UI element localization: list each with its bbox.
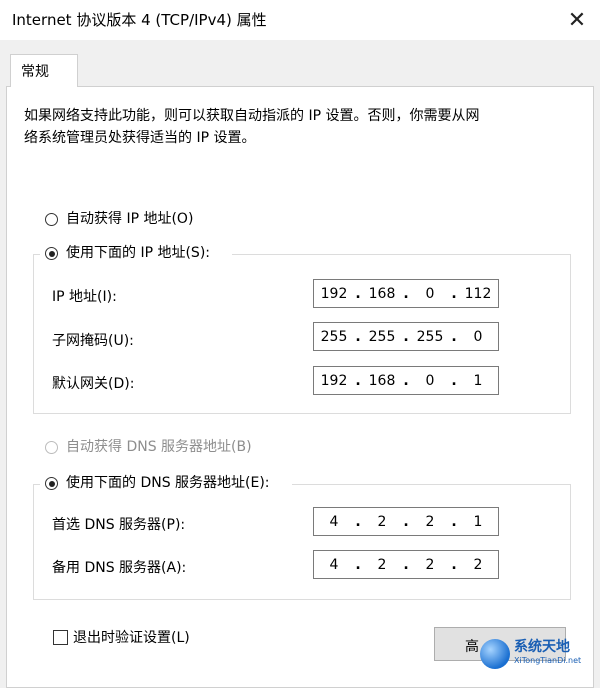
- octet-dot: .: [403, 513, 409, 530]
- octet-dot: .: [355, 556, 361, 573]
- ip-address-label: IP 地址(I):: [52, 289, 117, 305]
- alternate-dns-octet-2[interactable]: 2: [362, 557, 402, 573]
- default-gateway-octet-4[interactable]: 1: [458, 373, 498, 389]
- dns-auto-label[interactable]: 自动获得 DNS 服务器地址(B): [66, 436, 252, 456]
- ip-manual-radio[interactable]: [45, 247, 58, 260]
- subnet-mask-octet-4[interactable]: 0: [458, 329, 498, 345]
- octet-dot: .: [451, 556, 457, 573]
- alternate-dns-octet-4[interactable]: 2: [458, 557, 498, 573]
- title-bar: Internet 协议版本 4 (TCP/IPv4) 属性 ✕: [0, 0, 600, 40]
- alternate-dns-label: 备用 DNS 服务器(A):: [52, 560, 187, 576]
- description-line-2: 络系统管理员处获得适当的 IP 设置。: [24, 130, 256, 146]
- subnet-mask-field[interactable]: 255. 255. 255. 0: [313, 322, 499, 351]
- octet-dot: .: [403, 285, 409, 302]
- default-gateway-field[interactable]: 192. 168. 0. 1: [313, 366, 499, 395]
- alternate-dns-octet-1[interactable]: 4: [314, 557, 354, 573]
- octet-dot: .: [355, 285, 361, 302]
- default-gateway-octet-2[interactable]: 168: [362, 373, 402, 389]
- octet-dot: .: [403, 372, 409, 389]
- alternate-dns-octet-3[interactable]: 2: [410, 557, 450, 573]
- octet-dot: .: [451, 285, 457, 302]
- ip-address-octet-3[interactable]: 0: [410, 286, 450, 302]
- globe-icon: [480, 639, 510, 669]
- close-icon[interactable]: ✕: [554, 0, 600, 40]
- ip-address-octet-2[interactable]: 168: [362, 286, 402, 302]
- description: 如果网络支持此功能，则可以获取自动指派的 IP 设置。否则，你需要从网 络系统管…: [24, 105, 544, 149]
- subnet-mask-label: 子网掩码(U):: [52, 333, 134, 349]
- tab-general[interactable]: 常规: [10, 54, 78, 87]
- subnet-mask-octet-3[interactable]: 255: [410, 329, 450, 345]
- octet-dot: .: [403, 328, 409, 345]
- watermark-sub: XiTongTianDi.net: [514, 656, 582, 665]
- default-gateway-octet-3[interactable]: 0: [410, 373, 450, 389]
- octet-dot: .: [355, 372, 361, 389]
- description-line-1: 如果网络支持此功能，则可以获取自动指派的 IP 设置。否则，你需要从网: [24, 108, 480, 124]
- watermark-text: 系统天地 XiTongTianDi.net: [514, 640, 581, 668]
- octet-dot: .: [451, 513, 457, 530]
- validate-checkbox[interactable]: [53, 630, 68, 645]
- octet-dot: .: [451, 372, 457, 389]
- octet-dot: .: [451, 328, 457, 345]
- preferred-dns-octet-4[interactable]: 1: [458, 514, 498, 530]
- dns-auto-radio[interactable]: [45, 441, 58, 454]
- default-gateway-octet-1[interactable]: 192: [314, 373, 354, 389]
- ip-auto-label[interactable]: 自动获得 IP 地址(O): [66, 208, 193, 228]
- advanced-button-label: 高: [465, 639, 479, 655]
- preferred-dns-octet-2[interactable]: 2: [362, 514, 402, 530]
- preferred-dns-label: 首选 DNS 服务器(P):: [52, 517, 186, 533]
- subnet-mask-octet-1[interactable]: 255: [314, 329, 354, 345]
- dns-manual-label[interactable]: 使用下面的 DNS 服务器地址(E):: [66, 472, 270, 492]
- octet-dot: .: [403, 556, 409, 573]
- preferred-dns-octet-1[interactable]: 4: [314, 514, 354, 530]
- watermark-logo: 系统天地 XiTongTianDi.net: [480, 633, 600, 675]
- ip-address-octet-1[interactable]: 192: [314, 286, 354, 302]
- ip-address-octet-4[interactable]: 112: [458, 286, 498, 302]
- watermark-main: 系统天地: [514, 639, 570, 655]
- ip-manual-label[interactable]: 使用下面的 IP 地址(S):: [66, 242, 210, 262]
- preferred-dns-octet-3[interactable]: 2: [410, 514, 450, 530]
- preferred-dns-field[interactable]: 4. 2. 2. 1: [313, 507, 499, 536]
- ip-address-field[interactable]: 192. 168. 0. 112: [313, 279, 499, 308]
- dns-manual-radio[interactable]: [45, 477, 58, 490]
- window-title: Internet 协议版本 4 (TCP/IPv4) 属性: [12, 11, 267, 29]
- dns-group-box: [33, 484, 571, 600]
- default-gateway-label: 默认网关(D):: [52, 376, 135, 392]
- validate-label[interactable]: 退出时验证设置(L): [73, 627, 190, 647]
- tab-general-label: 常规: [21, 64, 49, 80]
- octet-dot: .: [355, 513, 361, 530]
- subnet-mask-octet-2[interactable]: 255: [362, 329, 402, 345]
- ip-auto-radio[interactable]: [45, 213, 58, 226]
- octet-dot: .: [355, 328, 361, 345]
- alternate-dns-field[interactable]: 4. 2. 2. 2: [313, 550, 499, 579]
